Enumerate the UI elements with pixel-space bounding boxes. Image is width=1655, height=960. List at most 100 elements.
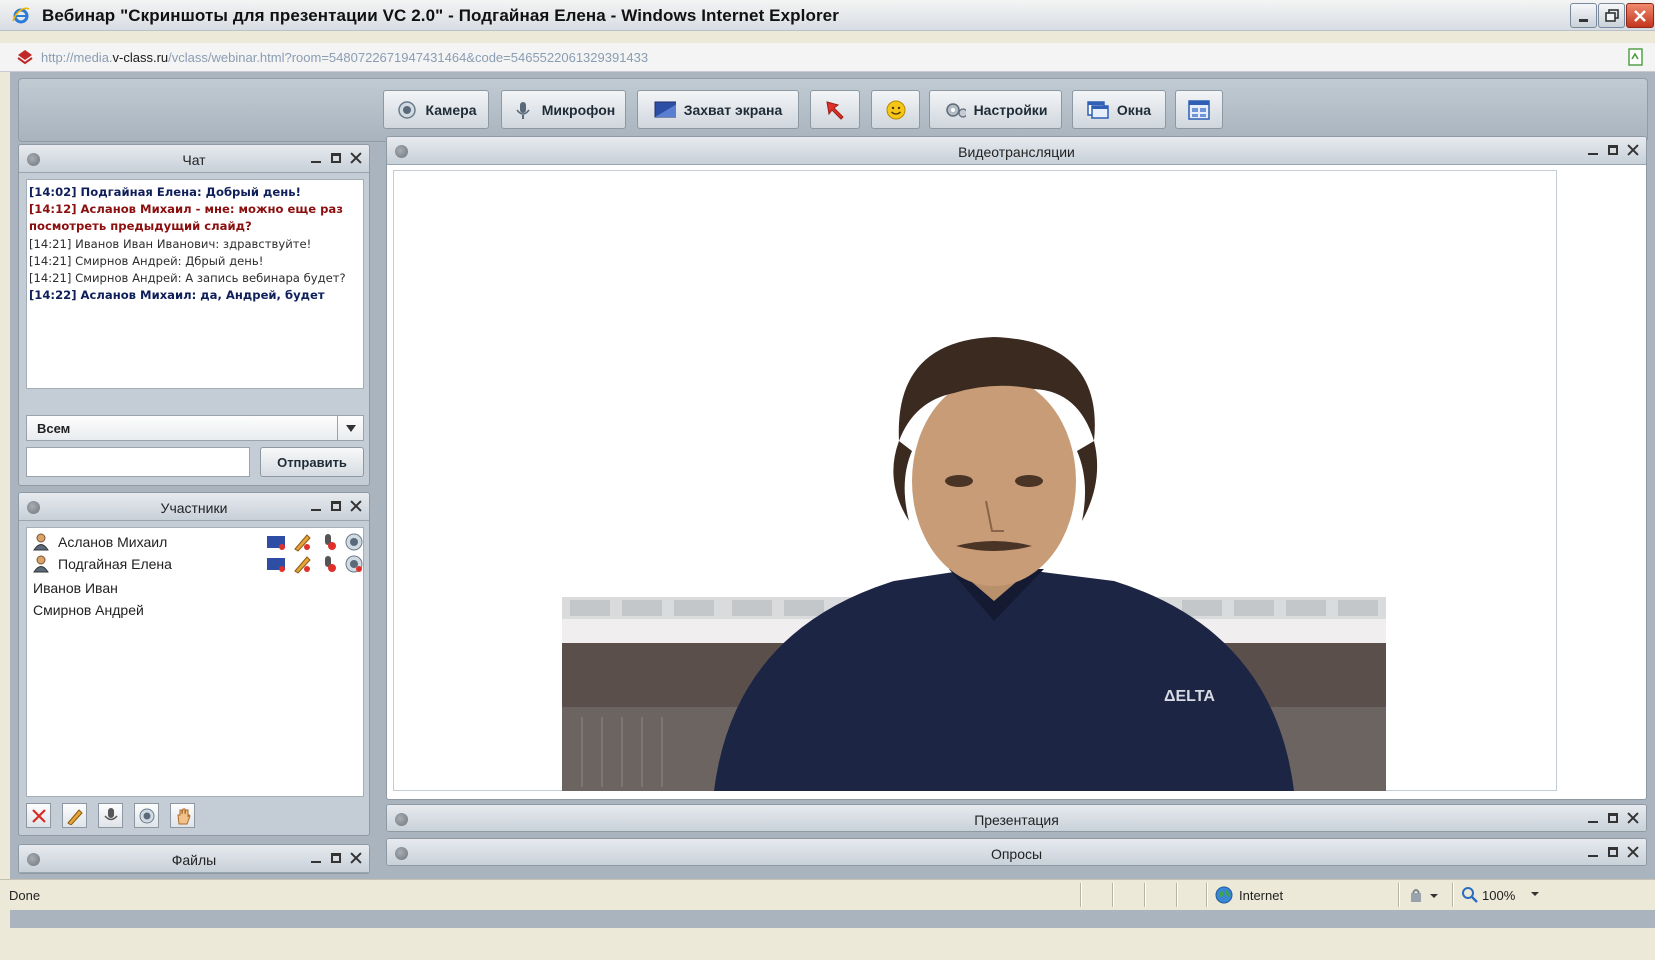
grant-camera-button[interactable] xyxy=(134,803,159,828)
ie-window: Вебинар "Скриншоты для презентации VC 2.… xyxy=(0,0,1655,960)
chat-message: [14:21] Смирнов Андрей: Дбрый день! xyxy=(29,253,264,268)
panel-controls xyxy=(1586,811,1640,825)
screen-capture-button[interactable]: Захват экрана xyxy=(637,90,799,129)
close-icon[interactable] xyxy=(1626,811,1640,825)
close-icon[interactable] xyxy=(349,499,363,513)
participant-name: Подгайная Елена xyxy=(58,556,172,572)
status-separator xyxy=(1144,883,1146,907)
minimize-icon[interactable] xyxy=(1586,811,1600,825)
screen-capture-label: Захват экрана xyxy=(683,101,783,118)
minimize-icon[interactable] xyxy=(1586,845,1600,859)
participant-name: Иванов Иван xyxy=(33,580,118,596)
close-icon[interactable] xyxy=(349,851,363,865)
participant-row[interactable]: Подгайная Елена xyxy=(27,553,363,575)
microphone-button[interactable]: Микрофон xyxy=(501,90,626,129)
address-bar[interactable]: http://media.v-class.ru/vclass/webinar.h… xyxy=(0,43,1655,72)
close-icon xyxy=(1634,10,1646,22)
grant-microphone-button[interactable] xyxy=(98,803,123,828)
url-path: /vclass/webinar.html?room=54807226719474… xyxy=(168,50,649,65)
maximize-icon[interactable] xyxy=(1606,845,1620,859)
participant-row[interactable]: Асланов Михаил xyxy=(27,531,363,553)
maximize-icon[interactable] xyxy=(1606,143,1620,157)
close-window-button[interactable] xyxy=(1626,3,1654,28)
pencil-icon[interactable] xyxy=(292,554,312,574)
protected-mode-icon[interactable] xyxy=(1408,886,1440,904)
camera-button[interactable]: Камера xyxy=(383,90,489,129)
send-button[interactable]: Отправить xyxy=(260,447,364,477)
recipient-value: Всем xyxy=(37,421,71,436)
camera-icon xyxy=(396,99,418,121)
maximize-icon xyxy=(1605,9,1619,22)
microphone-icon xyxy=(512,99,534,121)
presentation-panel-header[interactable]: Презентация xyxy=(387,805,1646,831)
panel-controls xyxy=(1586,143,1640,157)
recipient-select[interactable]: Всем xyxy=(26,415,364,441)
microphone-icon xyxy=(103,807,118,820)
minimize-button[interactable] xyxy=(1570,3,1597,28)
participants-panel-header[interactable]: Участники xyxy=(19,493,369,521)
status-separator xyxy=(1080,883,1082,907)
chat-message: [14:12] Асланов Михаил - мне: можно еще … xyxy=(29,202,343,234)
chat-message: [14:02] Подгайная Елена: Добрый день! xyxy=(29,185,301,199)
microphone-icon[interactable] xyxy=(318,554,338,574)
pointer-button[interactable] xyxy=(810,90,860,129)
maximize-icon[interactable] xyxy=(329,851,343,865)
screen-capture-icon[interactable] xyxy=(266,532,286,552)
maximize-icon[interactable] xyxy=(329,499,343,513)
participant-row[interactable]: Смирнов Андрей xyxy=(27,599,363,621)
remove-participant-button[interactable] xyxy=(26,803,51,828)
panel-controls xyxy=(309,151,363,165)
pencil-icon xyxy=(66,808,83,825)
screen-capture-icon xyxy=(654,99,676,121)
security-zone[interactable]: Internet xyxy=(1215,886,1283,904)
minimize-icon[interactable] xyxy=(1586,143,1600,157)
maximize-icon[interactable] xyxy=(1606,811,1620,825)
minimize-icon[interactable] xyxy=(309,151,323,165)
chat-message-input[interactable] xyxy=(26,447,250,477)
chevron-down-icon[interactable] xyxy=(1519,889,1540,901)
zoom-value: 100% xyxy=(1482,887,1516,903)
raise-hand-button[interactable] xyxy=(170,803,195,828)
video-stage[interactable]: ΔELTA xyxy=(393,170,1557,791)
camera-icon[interactable] xyxy=(344,554,364,574)
chat-log[interactable]: [14:02] Подгайная Елена: Добрый день! [1… xyxy=(26,179,364,389)
close-icon[interactable] xyxy=(1626,143,1640,157)
close-icon[interactable] xyxy=(1626,845,1640,859)
page-compat-icon[interactable] xyxy=(1627,48,1645,66)
participant-rights xyxy=(266,554,364,574)
participant-name: Асланов Михаил xyxy=(58,534,168,550)
settings-button[interactable]: Настройки xyxy=(929,90,1062,129)
layout-button[interactable] xyxy=(1175,90,1223,129)
camera-icon[interactable] xyxy=(344,532,364,552)
windows-button[interactable]: Окна xyxy=(1072,90,1166,129)
microphone-icon[interactable] xyxy=(318,532,338,552)
polls-title: Опросы xyxy=(990,846,1043,862)
address-url[interactable]: http://media.v-class.ru/vclass/webinar.h… xyxy=(41,50,648,65)
pencil-icon[interactable] xyxy=(292,532,312,552)
participant-row[interactable]: Иванов Иван xyxy=(27,577,363,599)
restore-button[interactable] xyxy=(1598,3,1625,28)
minimize-icon[interactable] xyxy=(309,851,323,865)
close-icon[interactable] xyxy=(349,151,363,165)
webinar-app: Камера Микрофон Захват экрана Настройки xyxy=(10,72,1655,928)
windows-icon xyxy=(1087,99,1109,121)
video-title: Видеотрансляции xyxy=(958,144,1075,160)
minimize-icon[interactable] xyxy=(309,499,323,513)
participant-rights xyxy=(266,532,364,552)
video-panel-header[interactable]: Видеотрансляции xyxy=(387,137,1646,165)
panel-controls xyxy=(309,851,363,865)
grant-draw-button[interactable] xyxy=(62,803,87,828)
chat-panel-header[interactable]: Чат xyxy=(19,145,369,173)
chat-message: [14:21] Смирнов Андрей: А запись вебинар… xyxy=(29,271,346,286)
maximize-icon[interactable] xyxy=(329,151,343,165)
files-panel-header[interactable]: Файлы xyxy=(19,845,369,873)
polls-panel-header[interactable]: Опросы xyxy=(387,839,1646,865)
participants-panel: Участники Асланов Михаил Подгайная Елена… xyxy=(18,492,370,836)
status-separator xyxy=(1452,883,1454,907)
emotion-button[interactable] xyxy=(871,90,920,129)
zoom-control[interactable]: 100% xyxy=(1462,887,1540,903)
chevron-down-icon[interactable] xyxy=(337,416,363,440)
zoom-icon xyxy=(1462,887,1478,903)
ie-logo-icon xyxy=(12,7,30,24)
screen-capture-icon[interactable] xyxy=(266,554,286,574)
